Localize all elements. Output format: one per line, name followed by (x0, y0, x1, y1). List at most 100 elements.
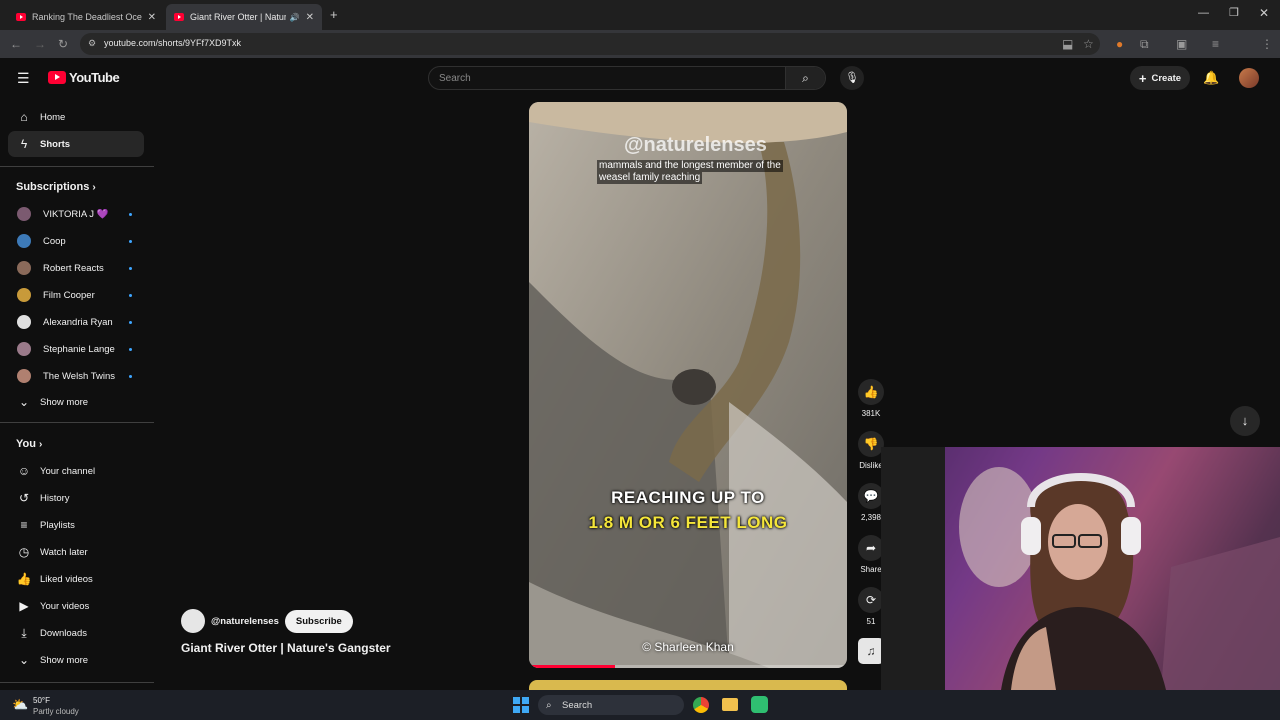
avatar (17, 369, 31, 383)
extensions-puzzle-icon[interactable]: ⧉ (1140, 37, 1149, 51)
taskbar-search-label: Search (562, 699, 593, 711)
sidebar-item-your-videos[interactable]: ▶ Your videos (8, 593, 144, 619)
channel-handle[interactable]: @naturelenses (211, 616, 279, 627)
bookmark-star-icon[interactable]: ☆ (1083, 37, 1094, 51)
windows-start-icon[interactable] (513, 697, 529, 713)
search-box[interactable]: Search ⌕ (428, 66, 826, 90)
app-icon[interactable] (751, 696, 768, 713)
video-watermark: @naturelenses (624, 134, 767, 156)
next-video-arrow-icon[interactable]: ↓ (1230, 406, 1260, 436)
maximize-icon[interactable]: ❐ (1229, 6, 1239, 19)
shorts-icon: ϟ (20, 137, 28, 151)
new-content-dot (129, 293, 132, 297)
sidebar-item-home[interactable]: ⌂ Home (8, 104, 144, 130)
youtube-favicon-icon (174, 13, 184, 21)
video-caption-line: mammals and the longest member of the (597, 160, 783, 172)
subscription-name: Stephanie Lange (43, 343, 115, 355)
weather-icon[interactable]: ⛅ (12, 697, 28, 713)
clock-icon: ◷ (18, 545, 30, 559)
search-icon[interactable]: ⌕ (785, 67, 825, 89)
forward-icon[interactable]: → (34, 37, 46, 51)
show-more-subscriptions[interactable]: ⌄ Show more (8, 389, 144, 415)
install-app-icon[interactable]: ⬓ (1062, 37, 1073, 51)
search-input[interactable]: Search (439, 73, 471, 84)
reload-icon[interactable]: ↻ (58, 37, 68, 51)
close-tab-icon[interactable]: ✕ (148, 12, 156, 23)
side-panel-icon[interactable]: ▣ (1176, 37, 1187, 51)
next-short-preview[interactable] (529, 680, 847, 690)
video-title[interactable]: Giant River Otter | Nature's Gangster (181, 641, 391, 655)
home-icon: ⌂ (20, 110, 28, 124)
sidebar-item-label: Liked videos (40, 573, 93, 585)
you-heading[interactable]: You › (16, 438, 42, 450)
tab-ranking-deadliest[interactable]: Ranking The Deadliest Ocean P ✕ (8, 4, 164, 30)
subscription-item[interactable]: Coop (8, 228, 144, 254)
address-bar[interactable]: ⚙ youtube.com/shorts/9YFf7XD9Txk (80, 33, 1100, 55)
sidebar-item-playlists[interactable]: ≡ Playlists (8, 512, 144, 538)
download-icon: ⤓ (21, 625, 27, 640)
thumb-up-icon: 👍 (858, 379, 884, 405)
weather-desc[interactable]: Partly cloudy (33, 707, 79, 716)
webcam-image (881, 447, 1280, 690)
browser-menu-icon[interactable]: ⋮ (1261, 37, 1273, 51)
subscription-item[interactable]: Stephanie Lange (8, 336, 144, 362)
divider (0, 166, 154, 167)
sidebar-item-liked-videos[interactable]: 👍 Liked videos (8, 566, 144, 592)
tab-giant-river-otter[interactable]: Giant River Otter | Nature's 🔊 ✕ (166, 4, 322, 30)
notifications-bell-icon[interactable]: 🔔 (1203, 70, 1219, 86)
show-more-you[interactable]: ⌄ Show more (8, 647, 144, 673)
youtube-favicon-icon (16, 13, 26, 21)
subscription-name: Coop (43, 235, 66, 247)
subscription-item[interactable]: Alexandria Ryan (8, 309, 144, 335)
subscription-item[interactable]: Film Cooper (8, 282, 144, 308)
divider (0, 422, 154, 423)
minimize-icon[interactable]: — (1198, 7, 1209, 19)
site-info-icon[interactable]: ⚙ (88, 38, 96, 49)
close-window-icon[interactable]: ✕ (1259, 6, 1269, 20)
channel-icon: ☺ (17, 464, 31, 478)
account-avatar[interactable] (1239, 68, 1259, 88)
channel-avatar[interactable] (181, 609, 205, 633)
sidebar-item-label: Home (40, 111, 66, 123)
like-button[interactable]: 👍 381K (858, 379, 884, 418)
sidebar-item-history[interactable]: ↺ History (8, 485, 144, 511)
weather-temp[interactable]: 50°F (33, 696, 50, 705)
video-overlay-text: REACHING UP TO (611, 488, 765, 507)
new-tab-button[interactable]: + (330, 7, 338, 22)
sidebar-item-label: Your channel (40, 465, 96, 477)
sidebar-item-downloads[interactable]: ⤓ Downloads (8, 620, 144, 646)
subscription-item[interactable]: The Welsh Twins (8, 363, 144, 389)
media-controls-icon[interactable]: ≡ (1212, 37, 1219, 51)
close-tab-icon[interactable]: ✕ (306, 12, 314, 23)
avatar (17, 234, 31, 248)
sidebar-item-watch-later[interactable]: ◷ Watch later (8, 539, 144, 565)
sidebar-item-label: Your videos (40, 600, 90, 612)
new-content-dot (129, 320, 132, 324)
search-icon: ⌕ (546, 699, 552, 711)
sidebar-item-label: Playlists (40, 519, 75, 531)
subscription-name: Alexandria Ryan (43, 316, 113, 328)
subscription-item[interactable]: Robert Reacts (8, 255, 144, 281)
hamburger-menu-icon[interactable]: ☰ (17, 70, 30, 87)
shorts-video-player[interactable]: @naturelenses mammals and the longest me… (529, 102, 847, 668)
chrome-icon[interactable] (693, 697, 709, 713)
audio-playing-icon[interactable]: 🔊 (290, 13, 300, 22)
subscribe-button[interactable]: Subscribe (284, 609, 353, 633)
back-icon[interactable]: ← (10, 37, 22, 51)
voice-search-icon[interactable]: 🎙 (840, 66, 864, 90)
video-progress-bar[interactable] (529, 665, 847, 668)
sidebar-item-shorts[interactable]: ϟ Shorts (8, 131, 144, 157)
create-button[interactable]: + Create (1130, 66, 1190, 90)
channel-row: @naturelenses Subscribe (181, 609, 353, 633)
new-content-dot (129, 239, 132, 243)
youtube-logo[interactable]: YouTube (48, 70, 120, 85)
avatar (17, 342, 31, 356)
taskbar-search[interactable]: ⌕ Search (538, 695, 684, 715)
extension-icon[interactable]: ● (1116, 37, 1123, 51)
avatar (17, 315, 31, 329)
file-explorer-icon[interactable] (722, 698, 738, 711)
subscriptions-heading[interactable]: Subscriptions › (16, 181, 96, 193)
chevron-down-icon: ⌄ (18, 395, 30, 409)
sidebar-item-your-channel[interactable]: ☺ Your channel (8, 458, 144, 484)
subscription-item[interactable]: VIKTORIA J 💜 (8, 201, 144, 227)
